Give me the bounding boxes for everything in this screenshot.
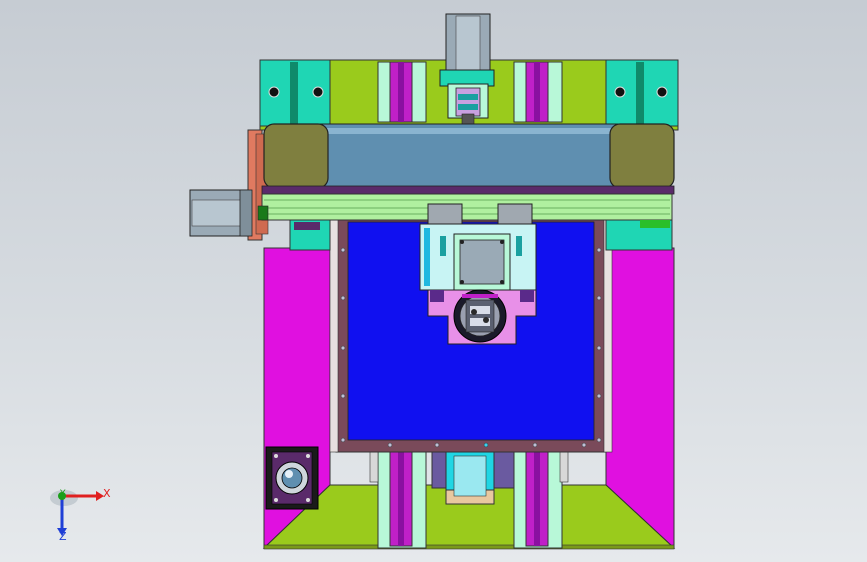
z-axis-label: Z	[59, 530, 67, 543]
bed-side-right	[603, 215, 613, 453]
slider-block-right[interactable]	[497, 203, 533, 225]
bearing-block-icon[interactable]	[265, 446, 319, 510]
bed-side-left	[329, 215, 339, 453]
upper-rail-left-groove	[398, 62, 404, 122]
bracket-tab-left	[430, 290, 444, 302]
carriage-clip-left	[440, 236, 446, 256]
coupling-icon[interactable]	[447, 83, 489, 125]
lower-center-slider-face	[453, 455, 487, 497]
servo-motor-left-icon[interactable]	[189, 189, 253, 237]
slider-block-left[interactable]	[427, 203, 463, 225]
cad-model-view[interactable]	[0, 0, 867, 562]
servo-motor-top-icon[interactable]	[439, 13, 495, 87]
lower-post-right	[559, 451, 569, 483]
upper-rail-right-groove	[534, 62, 540, 122]
cylinder-highlight	[318, 128, 618, 134]
guide-rail	[261, 193, 673, 221]
guide-left-foot-cap	[294, 222, 320, 230]
corner-left-slot	[290, 62, 298, 124]
bracket-tab-right	[520, 290, 534, 302]
y-axis-label: Y	[60, 489, 66, 499]
carriage[interactable]	[419, 223, 537, 291]
carriage-edge-left	[424, 228, 430, 286]
corner-right-slot	[636, 62, 644, 124]
spindle-head-icon[interactable]	[453, 289, 507, 343]
lower-post-left	[369, 451, 379, 483]
cad-viewport[interactable]: X Y Z	[0, 0, 867, 562]
crossbeam	[261, 185, 675, 195]
carriage-clip-right	[516, 236, 522, 256]
guide-right-foot-cap	[640, 220, 670, 228]
end-block-left	[263, 123, 329, 189]
carriage-motor-face	[459, 239, 505, 285]
guide-end-left	[257, 205, 269, 221]
lower-rail-left-groove	[398, 452, 404, 546]
end-block-right	[609, 123, 675, 189]
frame-outline-bottom	[263, 544, 675, 550]
lower-rail-right-groove	[534, 452, 540, 546]
x-axis-label: X	[103, 487, 111, 500]
